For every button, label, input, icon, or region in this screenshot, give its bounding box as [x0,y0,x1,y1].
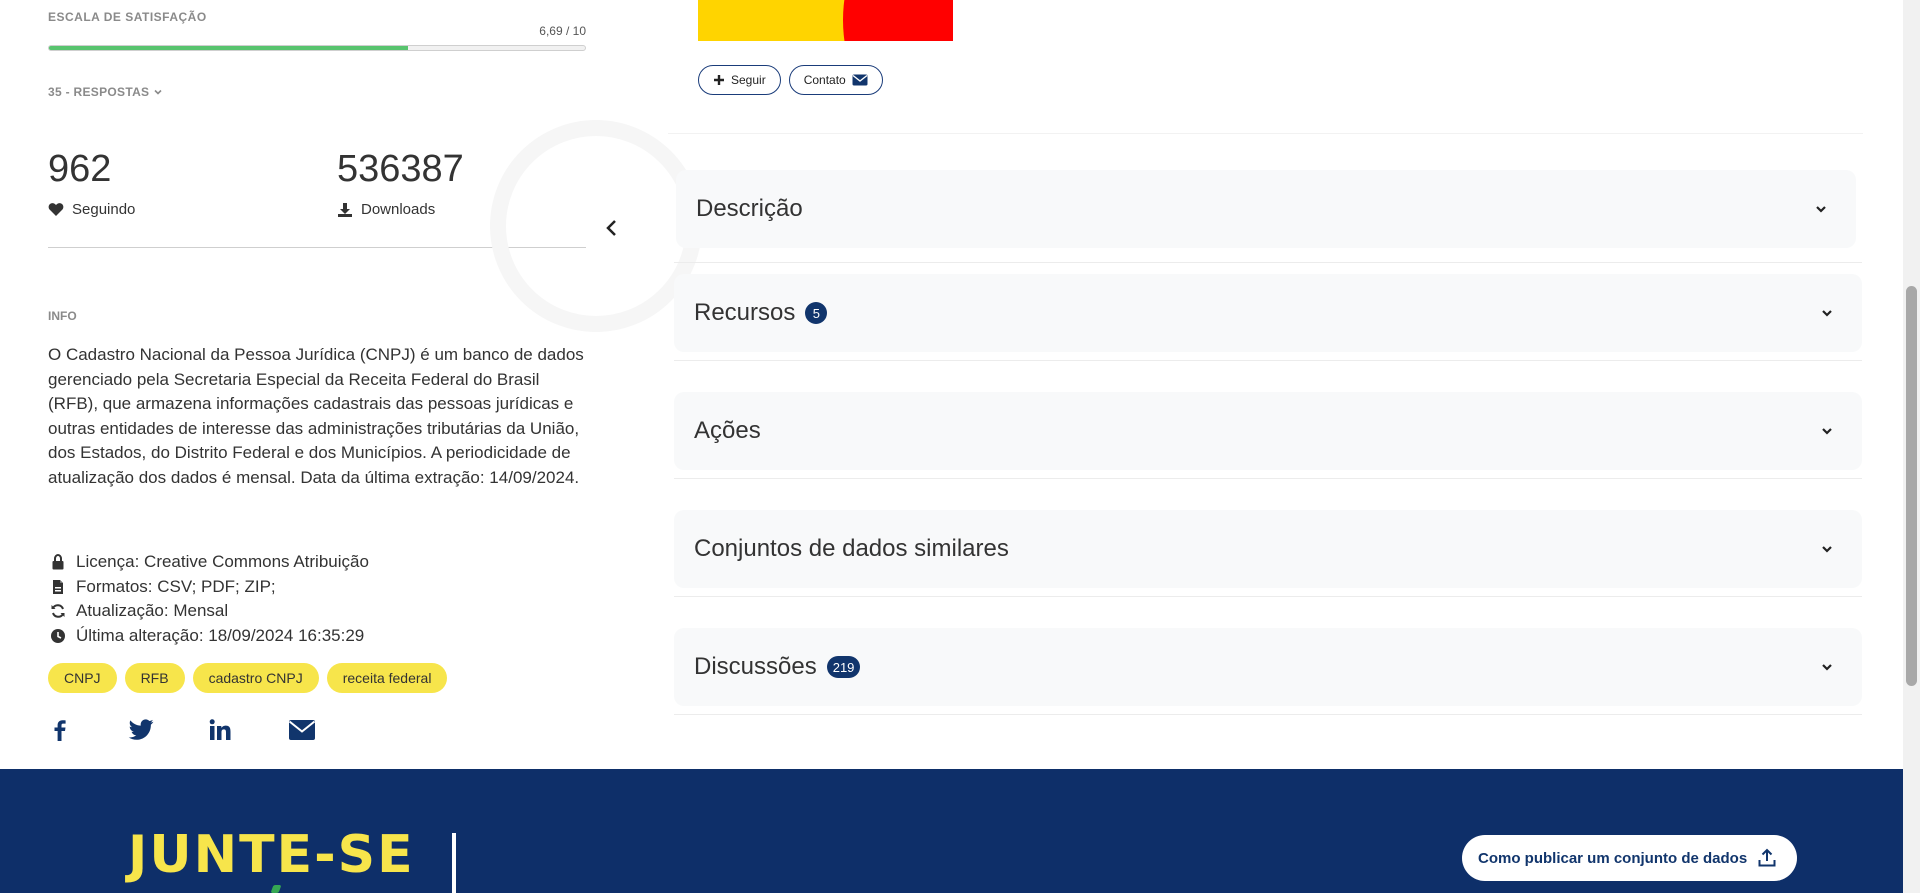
discussoes-count-badge: 219 [826,656,861,678]
accordion-recursos-title: Recursos [694,299,796,326]
following-count: 962 [48,148,112,190]
file-pdf-icon [53,579,63,594]
dataset-description: O Cadastro Nacional da Pessoa Jurídica (… [48,345,584,487]
contact-button-label: Contato [803,73,846,87]
update-frequency-text: Atualização: Mensal [76,601,229,620]
follow-button-label: Seguir [731,73,766,87]
tag-list: CNPJ RFB cadastro CNPJ receita federal [48,663,448,693]
twitter-icon [128,719,154,740]
satisfaction-score: 6,69 / 10 [539,24,586,38]
license-text: Licença: Creative Commons Atribuição [76,552,369,571]
accordion-recursos[interactable]: Recursos 5 [674,274,1862,352]
upload-icon [1758,848,1776,867]
formats-text: Formatos: CSV; PDF; ZIP; [76,576,276,596]
accordion-divider [674,360,1862,361]
refresh-icon [51,604,65,619]
mail-icon [288,720,316,740]
accordion-discussoes[interactable]: Discussões 219 [674,628,1862,706]
accordion-divider [674,478,1862,479]
social-share [48,714,368,746]
scrollbar-thumb[interactable] [1906,286,1917,686]
email-share-button[interactable] [288,714,368,746]
chevron-down-icon [1822,428,1832,435]
header-actions: Seguir Contato [698,65,883,95]
collapse-sidebar-icon[interactable] [604,218,620,238]
follow-button[interactable]: Seguir [698,65,781,95]
clock-icon [51,628,65,643]
tag-rfb[interactable]: RFB [124,663,185,693]
accordion-discussoes-title: Discussões [694,653,817,680]
info-heading: INFO [48,309,77,323]
satisfaction-label: ESCALA DE SATISFAÇÃO [48,10,207,24]
accordion-similares[interactable]: Conjuntos de dados similares [674,510,1862,588]
tag-cadastro-cnpj[interactable]: cadastro CNPJ [192,663,319,693]
accordion-descricao[interactable]: Descrição [676,170,1856,248]
accordion-divider [674,262,1862,263]
plus-icon [714,75,724,85]
tag-cnpj[interactable]: CNPJ [48,663,117,693]
downloads-stat: 536387 Downloads [337,148,464,218]
following-label: Seguindo [72,201,136,218]
download-icon [338,202,352,217]
heart-icon [48,203,64,216]
chevron-down-icon [1822,664,1832,671]
satisfaction-bar [48,45,586,51]
following-stat: 962 Seguindo [48,148,135,218]
responses-toggle[interactable]: 35 - RESPOSTAS [48,85,163,99]
chevron-down-icon [154,89,162,95]
accordion-similares-title: Conjuntos de dados similares [694,535,1009,562]
linkedin-icon [209,719,231,740]
chevron-down-icon [1822,310,1832,317]
accent-mark [270,885,282,893]
satisfaction-bar-fill [49,46,408,50]
page-scrollbar[interactable] [1903,0,1920,893]
downloads-label: Downloads [361,201,436,218]
facebook-share-button[interactable] [48,714,128,746]
last-change-text: Última alteração: 18/09/2024 16:35:29 [76,625,365,645]
publish-dataset-button[interactable]: Como publicar um conjunto de dados [1462,835,1798,881]
footer-divider [452,833,456,893]
responses-label: 35 - RESPOSTAS [48,85,150,99]
publish-dataset-label: Como publicar um conjunto de dados [1478,849,1748,867]
background-watermark [490,120,702,332]
accordion-divider [674,714,1862,715]
accordion-acoes[interactable]: Ações [674,392,1862,470]
linkedin-share-button[interactable] [208,714,288,746]
lock-icon [52,554,64,570]
twitter-share-button[interactable] [128,714,208,746]
tag-receita-federal[interactable]: receita federal [326,663,448,693]
accordion-divider [674,596,1862,597]
contact-button[interactable]: Contato [788,65,883,95]
accordion-acoes-title: Ações [694,417,761,444]
accordion-descricao-title: Descrição [696,195,803,222]
footer-banner: JUNTE-SE Como publicar um conjunto de da… [0,769,1903,893]
organization-logo [698,0,953,41]
chevron-down-icon [1822,546,1832,553]
recursos-count-badge: 5 [805,302,828,324]
dataset-metadata: Licença: Creative Commons Atribuição For… [50,550,369,648]
facebook-icon [54,720,66,741]
join-heading: JUNTE-SE [128,825,415,885]
downloads-count: 536387 [337,148,464,190]
chevron-down-icon [1816,206,1826,213]
envelope-icon [852,74,868,86]
